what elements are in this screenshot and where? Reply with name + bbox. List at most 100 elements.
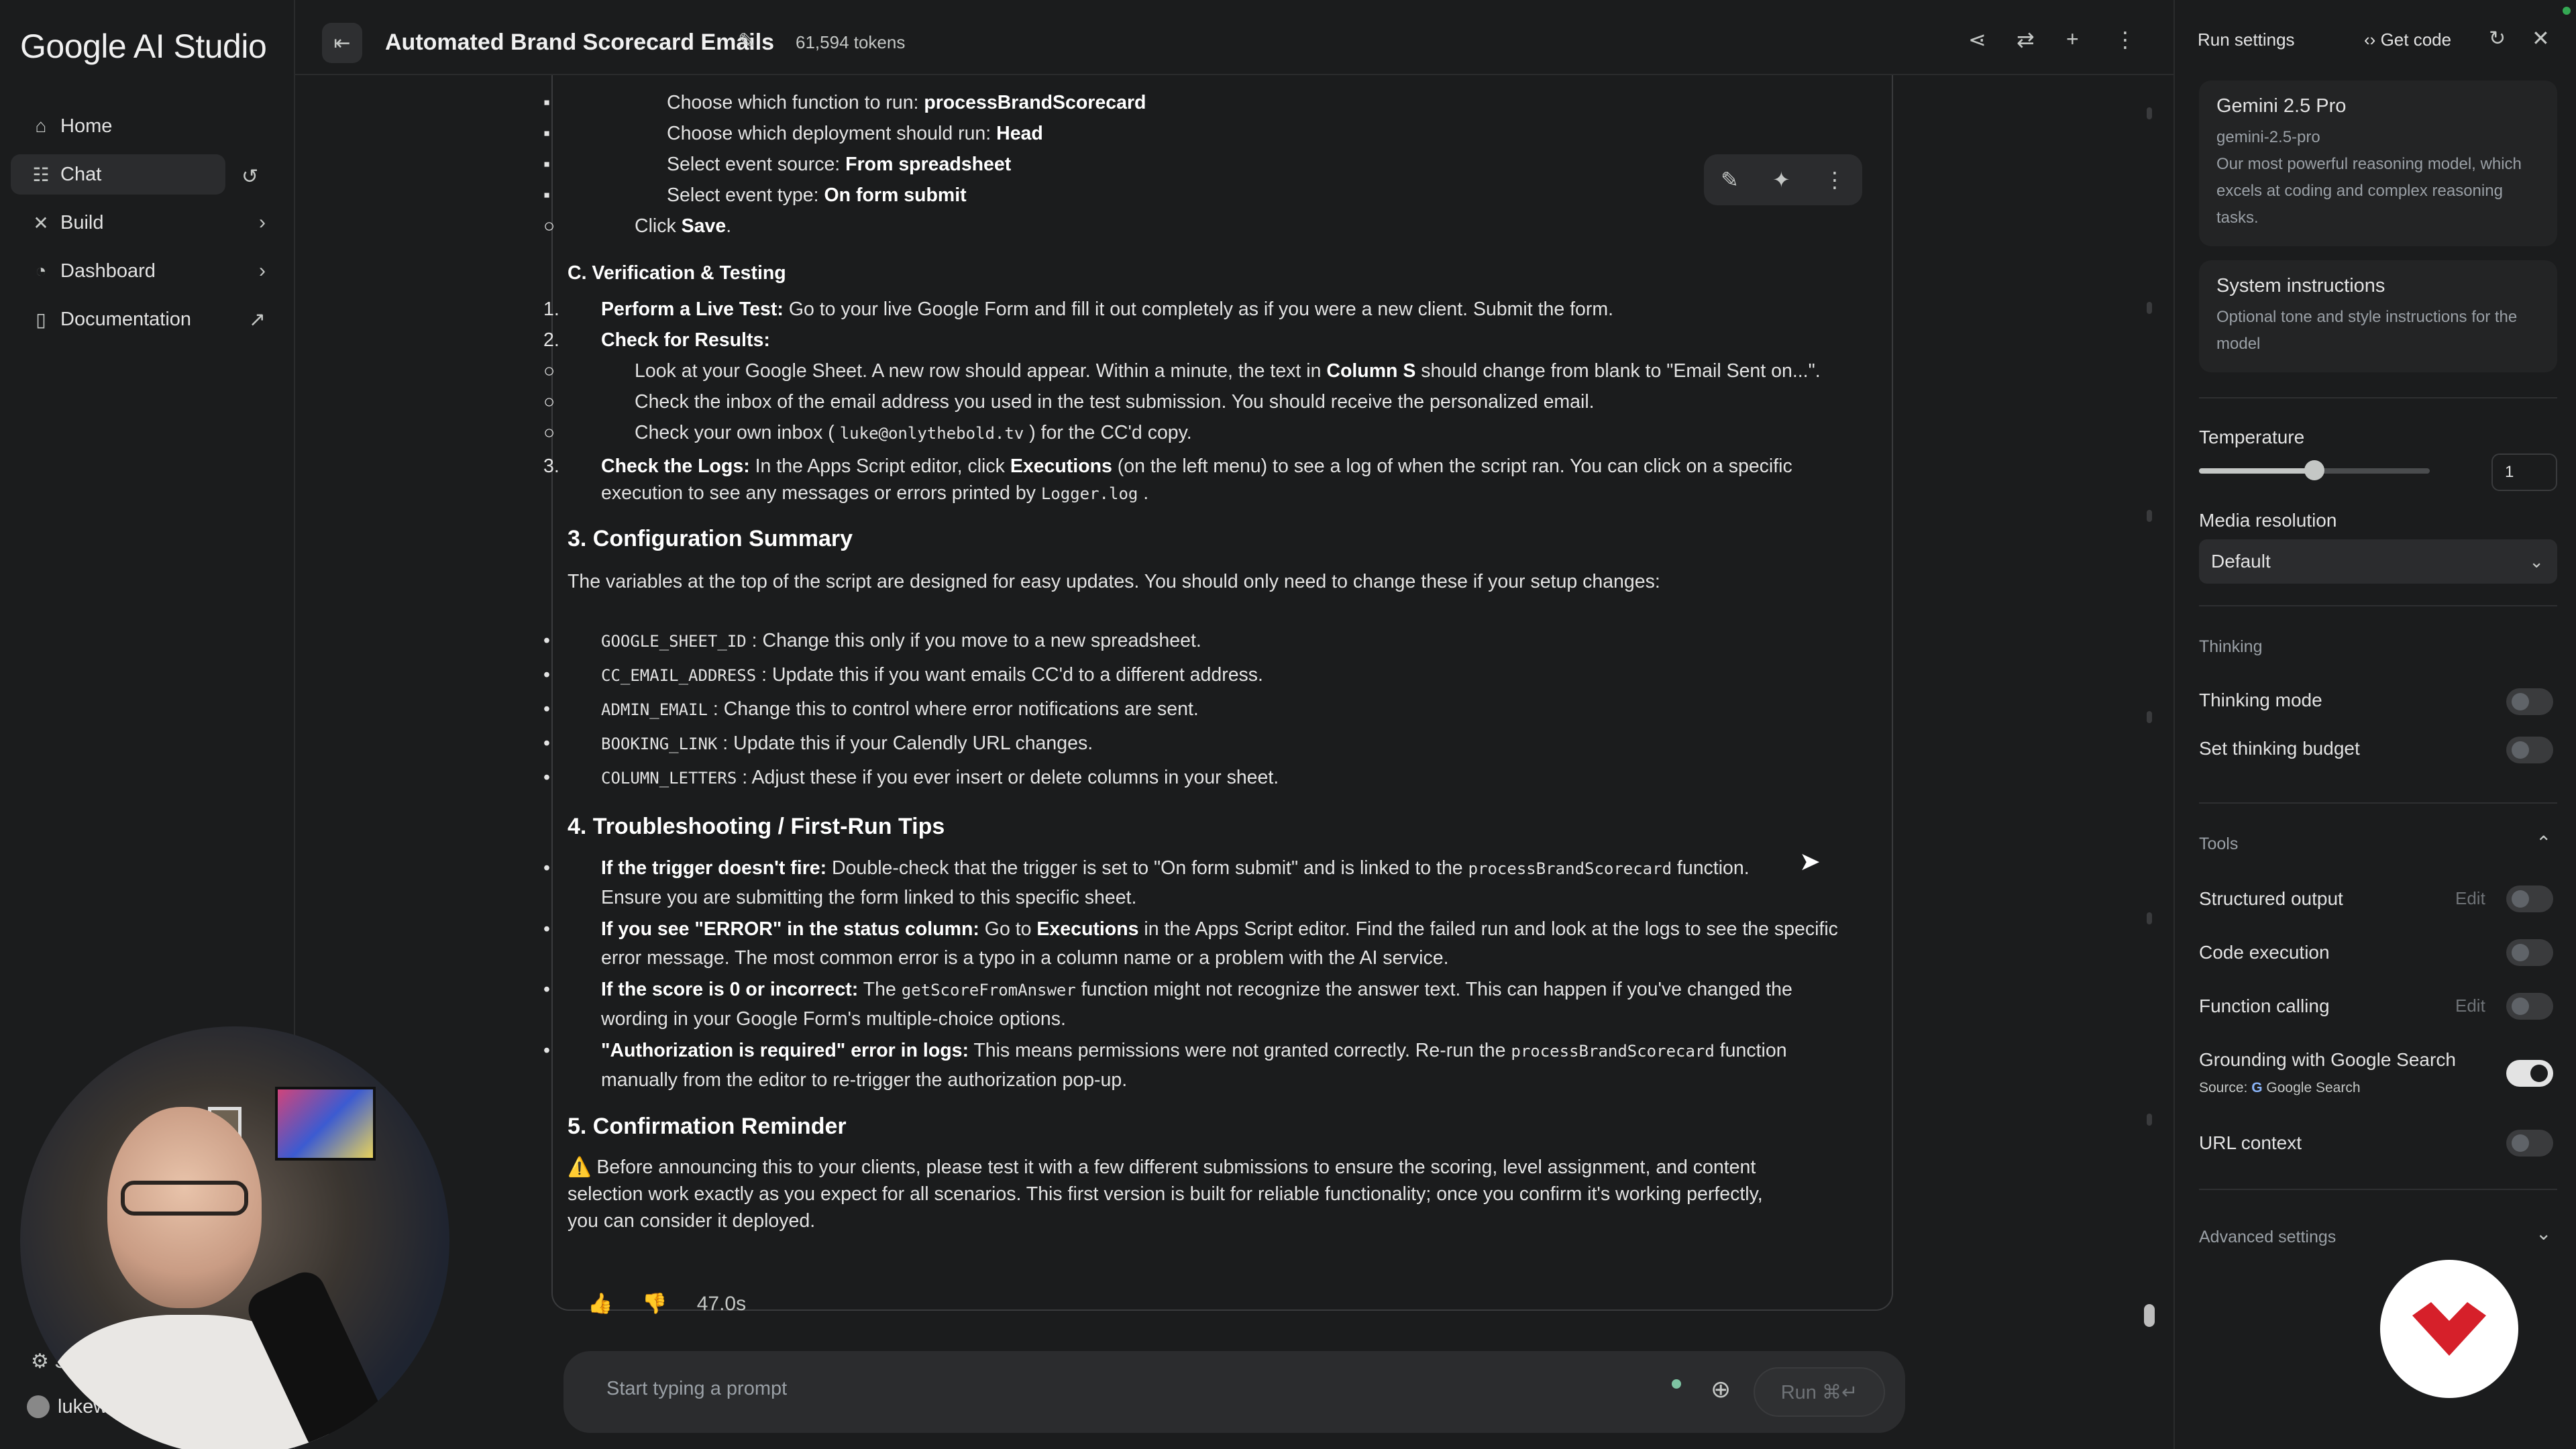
thinking-mode-label: Thinking mode xyxy=(2199,690,2322,710)
sidebar-item-build[interactable]: ✕ Build › xyxy=(11,203,272,243)
list-item: ○ Check your own inbox ( luke@onlythebold… xyxy=(543,422,1192,443)
brand-mark-icon xyxy=(2412,1302,2486,1356)
sidebar-item-documentation[interactable]: ▯ Documentation ↗ xyxy=(11,299,272,339)
run-button[interactable]: Run ⌘↵ xyxy=(1754,1367,1885,1417)
list-item: • GOOGLE_SHEET_ID : Change this only if y… xyxy=(543,630,1201,651)
thinking-budget-toggle[interactable] xyxy=(2506,737,2553,763)
prompt-input[interactable] xyxy=(606,1378,1613,1400)
pencil-icon[interactable]: ✎ xyxy=(738,28,756,54)
scroll-marker xyxy=(2147,1114,2152,1126)
temperature-label: Temperature xyxy=(2199,427,2305,447)
list-item: • If the trigger doesn't fire: Double-che… xyxy=(543,857,1750,908)
get-code-button[interactable]: ‹› Get code xyxy=(2364,30,2451,50)
chevron-down-icon: ⌄ xyxy=(2529,551,2544,572)
token-count: 61,594 tokens xyxy=(796,32,906,52)
chat-scrollbar[interactable] xyxy=(2144,107,2155,1328)
list-item: ▪ Choose which deployment should run: Hea… xyxy=(543,123,1043,144)
system-instructions-title: System instructions xyxy=(2216,275,2385,297)
external-link-icon: ↗ xyxy=(248,308,266,331)
structured-output-toggle[interactable] xyxy=(2506,885,2553,912)
list-item: • CC_EMAIL_ADDRESS : Update this if you w… xyxy=(543,664,1263,686)
google-icon: G xyxy=(2251,1080,2263,1095)
advanced-settings[interactable]: Advanced settings xyxy=(2199,1228,2336,1247)
brand-logo xyxy=(2380,1260,2518,1398)
chevron-down-icon[interactable]: ⌄ xyxy=(2536,1222,2551,1244)
add-media-icon[interactable]: ⊕ xyxy=(1711,1375,1731,1403)
run-settings-panel: Run settings ‹› Get code ↻ ✕ Gemini 2.5 … xyxy=(2174,0,2576,1449)
toggle-knob xyxy=(2512,741,2529,759)
share-icon[interactable]: ⋖ xyxy=(1968,27,1986,52)
list-item: • COLUMN_LETTERS : Adjust these if you ev… xyxy=(543,767,1279,788)
compare-icon[interactable]: ⇄ xyxy=(2017,27,2035,52)
scroll-marker xyxy=(2147,107,2152,119)
sidebar-item-chat[interactable]: ☷ Chat xyxy=(11,154,225,195)
code-execution-label: Code execution xyxy=(2199,942,2330,963)
model-description: Our most powerful reasoning model, which… xyxy=(2216,155,2522,227)
url-context-toggle[interactable] xyxy=(2506,1130,2553,1157)
sidebar-item-label: Build xyxy=(60,211,104,233)
prompt-box: ⊕ Run ⌘↵ xyxy=(564,1351,1905,1433)
section-heading: C. Verification & Testing xyxy=(568,262,786,284)
reset-icon[interactable]: ↻ xyxy=(2489,27,2506,50)
sidebar-item-home[interactable]: ⌂ Home xyxy=(11,106,272,146)
home-icon: ⌂ xyxy=(35,115,47,136)
model-name: Gemini 2.5 Pro xyxy=(2216,95,2347,117)
chevron-right-icon: › xyxy=(259,260,266,282)
thumbs-down-icon[interactable]: 👎 xyxy=(642,1292,667,1316)
build-icon: ✕ xyxy=(33,212,49,233)
list-item: • If you see "ERROR" in the status column… xyxy=(543,918,1838,969)
thinking-budget-label: Set thinking budget xyxy=(2199,738,2360,759)
grounding-source: Source: G Google Search xyxy=(2199,1080,2361,1095)
chevron-up-icon[interactable]: ⌃ xyxy=(2536,832,2551,854)
divider xyxy=(2199,1189,2557,1190)
toggle-sidebar-button[interactable]: ⇤ xyxy=(322,23,362,63)
online-status-dot xyxy=(2563,7,2571,15)
scroll-marker xyxy=(2147,302,2152,314)
sidebar-item-label: Documentation xyxy=(60,308,192,330)
scroll-marker xyxy=(2147,912,2152,924)
function-calling-toggle[interactable] xyxy=(2506,993,2553,1020)
list-item: 2. Check for Results: xyxy=(543,329,770,351)
dashboard-icon: ◔ xyxy=(35,260,47,281)
thumbs-up-icon[interactable]: 👍 xyxy=(588,1292,612,1316)
chat-icon: ☷ xyxy=(32,164,50,185)
slider-handle[interactable] xyxy=(2304,460,2324,480)
code-execution-toggle[interactable] xyxy=(2506,939,2553,966)
system-instructions[interactable]: System instructions Optional tone and st… xyxy=(2199,260,2557,372)
mouse-cursor-icon: ➤ xyxy=(1799,848,1821,876)
thinking-mode-toggle[interactable] xyxy=(2506,688,2553,715)
grounding-toggle[interactable] xyxy=(2506,1060,2553,1087)
history-icon[interactable]: ↺ xyxy=(241,165,258,189)
model-selector[interactable]: Gemini 2.5 Pro gemini-2.5-pro Our most p… xyxy=(2199,80,2557,246)
tools-section: Tools xyxy=(2199,835,2239,853)
temperature-slider[interactable] xyxy=(2199,460,2430,480)
section-heading: 3. Configuration Summary xyxy=(568,526,853,551)
list-item: • BOOKING_LINK : Update this if your Cale… xyxy=(543,733,1093,754)
media-resolution-select[interactable]: Default ⌄ xyxy=(2199,539,2557,584)
scroll-thumb[interactable] xyxy=(2144,1304,2155,1327)
temperature-input[interactable] xyxy=(2491,453,2557,491)
list-item: ○ Check the inbox of the email address yo… xyxy=(543,391,1595,413)
close-icon[interactable]: ✕ xyxy=(2532,25,2550,51)
list-item: ▪ Select event source: From spreadsheet xyxy=(543,154,1012,175)
toggle-knob xyxy=(2512,998,2529,1015)
documentation-icon: ▯ xyxy=(36,309,46,330)
grounding-label: Grounding with Google Search xyxy=(2199,1049,2456,1070)
structured-output-label: Structured output xyxy=(2199,888,2343,909)
structured-output-edit[interactable]: Edit xyxy=(2455,888,2485,909)
function-calling-edit[interactable]: Edit xyxy=(2455,996,2485,1016)
thinking-section: Thinking xyxy=(2199,637,2263,656)
sidebar-item-label: Home xyxy=(60,115,113,137)
more-vert-icon[interactable]: ⋮ xyxy=(2114,27,2136,52)
plus-icon[interactable]: + xyxy=(2066,27,2079,52)
gear-icon: ⚙ xyxy=(31,1350,49,1373)
list-item: 1. Perform a Live Test: Go to your live G… xyxy=(543,299,1614,320)
url-context-label: URL context xyxy=(2199,1132,2302,1153)
sidebar-item-label: Dashboard xyxy=(60,260,156,282)
sidebar-item-dashboard[interactable]: ◔ Dashboard › xyxy=(11,251,272,291)
chevron-right-icon: › xyxy=(259,211,266,233)
app-logo[interactable]: Google AI Studio xyxy=(20,27,267,66)
model-id: gemini-2.5-pro xyxy=(2216,128,2320,146)
paragraph: ⚠️ Before announcing this to your client… xyxy=(568,1157,1763,1232)
media-resolution-label: Media resolution xyxy=(2199,510,2337,531)
